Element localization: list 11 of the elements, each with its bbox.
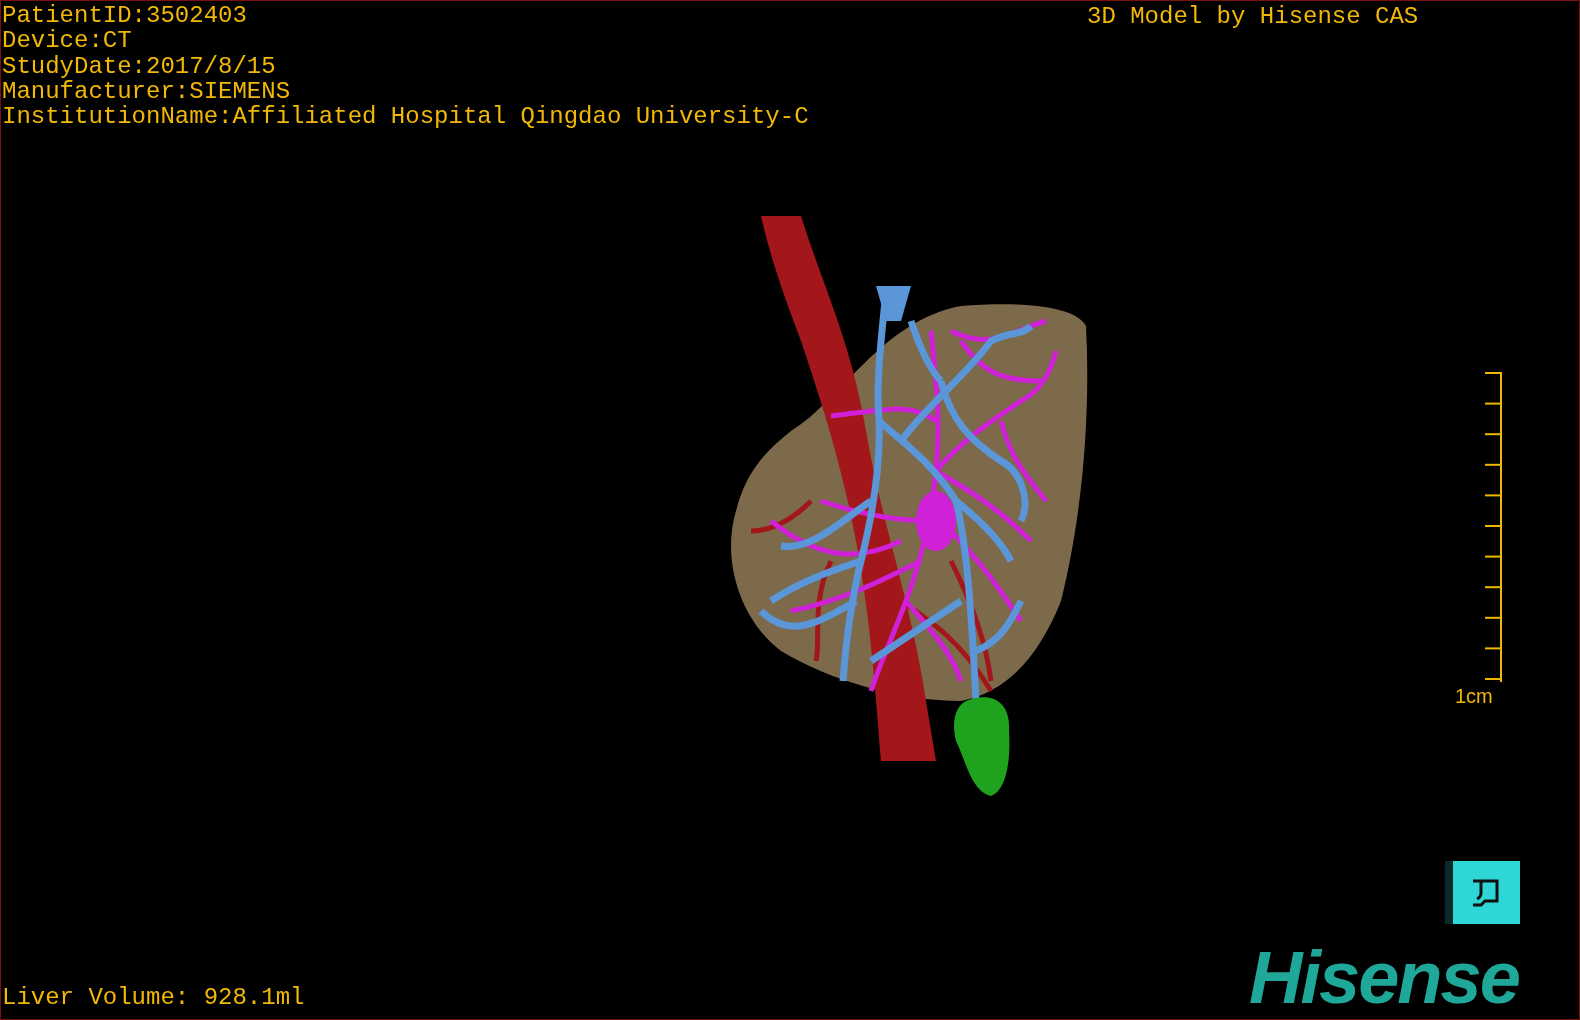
- model-credit-text: 3D Model by Hisense CAS: [1087, 4, 1419, 30]
- study-info-text: InstitutionName:Affiliated Hospital Qingdao University-C: [2, 104, 809, 130]
- scale-ruler-icon: [1485, 371, 1505, 683]
- study-info-text: PatientID:3502403: [2, 3, 248, 29]
- scale-label: 1cm: [1455, 685, 1493, 708]
- tool-button[interactable]: [1445, 861, 1520, 924]
- liver-volume-text: Liver Volume: 928.1ml: [2, 985, 305, 1011]
- study-info-text: StudyDate:2017/8/15: [2, 53, 277, 79]
- study-info-text: Device:CT: [2, 28, 133, 54]
- brand-logo: Hisense: [1249, 941, 1519, 1015]
- study-info-text: Manufacturer:SIEMENS: [2, 78, 292, 105]
